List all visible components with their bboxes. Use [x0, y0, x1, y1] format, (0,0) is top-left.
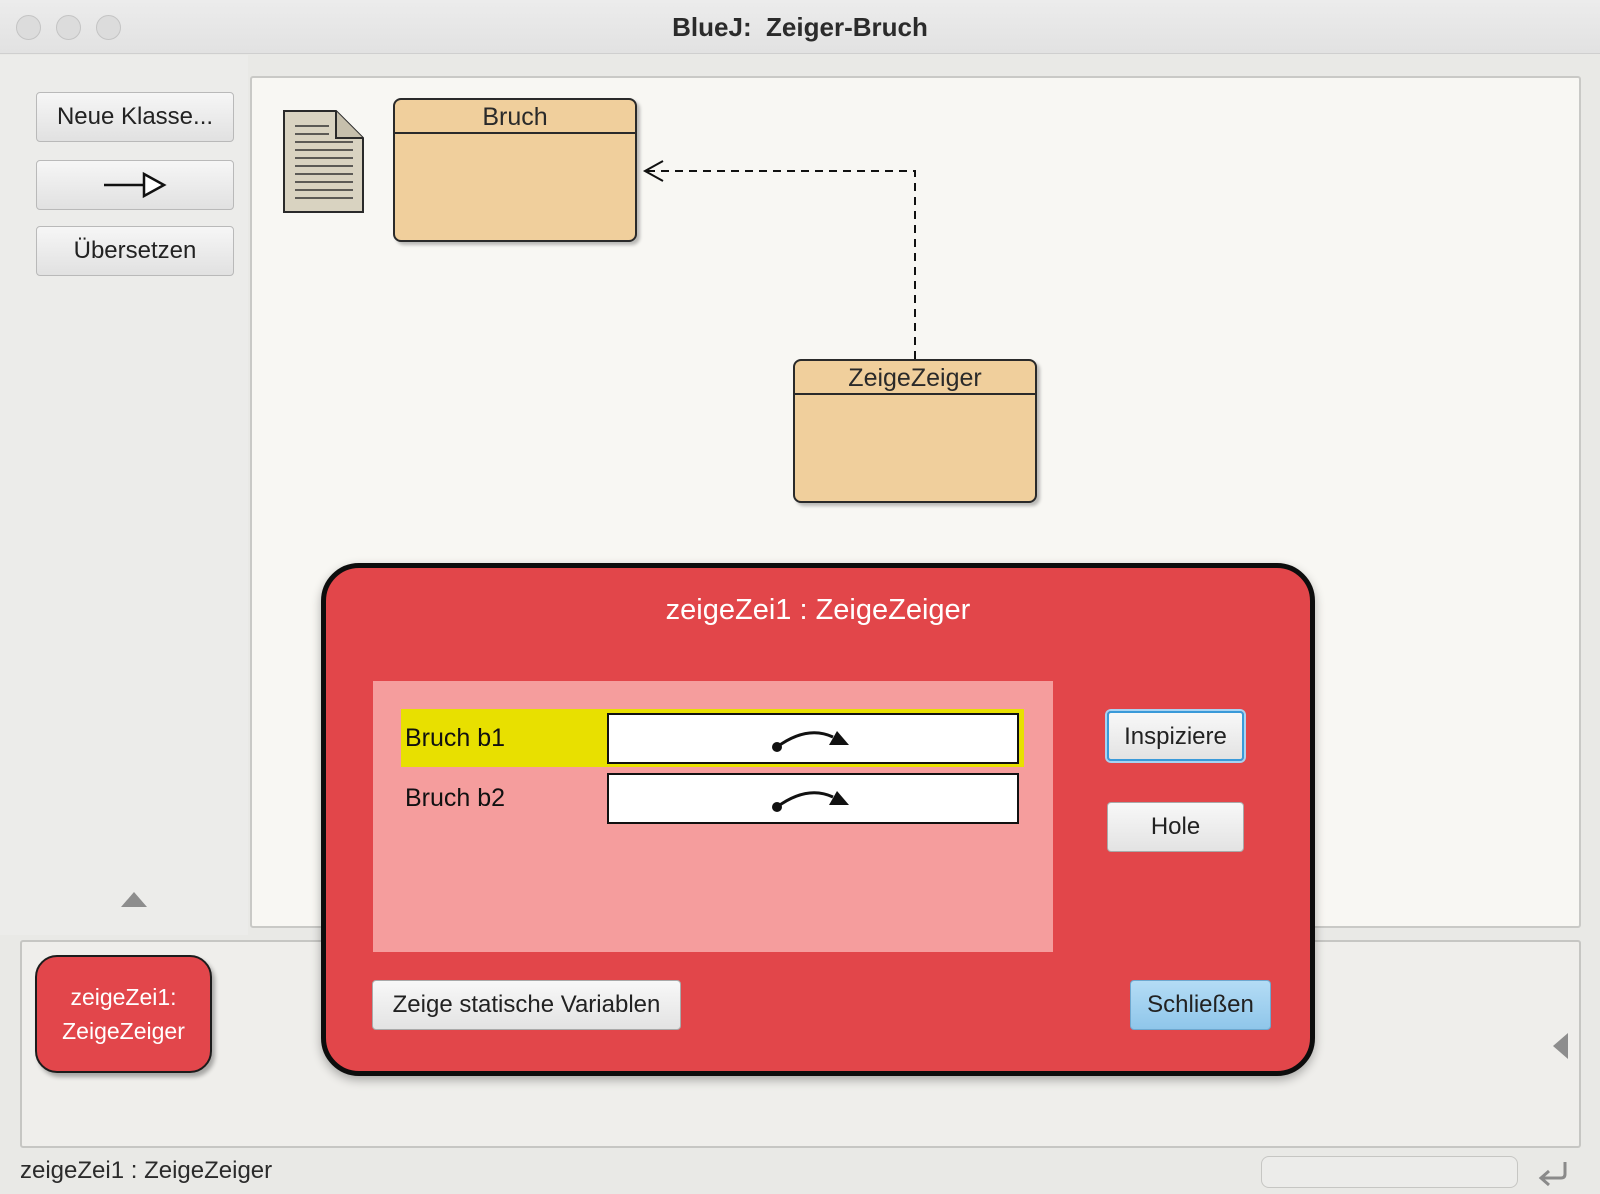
class-name: ZeigeZeiger	[795, 361, 1035, 395]
inspect-button[interactable]: Inspiziere	[1107, 711, 1244, 761]
scroll-left-icon[interactable]	[1553, 1033, 1568, 1059]
close-button[interactable]: Schließen	[1130, 980, 1271, 1030]
inspector-title: zeigeZei1 : ZeigeZeiger	[665, 594, 971, 626]
field-value[interactable]	[607, 773, 1019, 824]
show-static-variables-button[interactable]: Zeige statische Variablen	[372, 980, 681, 1030]
class-box-bruch[interactable]: Bruch	[393, 98, 637, 242]
field-row-b2[interactable]: Bruch b2	[401, 769, 1024, 827]
field-list: Bruch b1 Bruch b2	[373, 681, 1053, 952]
object-inspector-dialog: zeigeZei1 : ZeigeZeiger Bruch b1 Bruch b…	[321, 563, 1315, 1076]
object-reference-arrow-icon	[772, 791, 849, 812]
return-arrow-icon[interactable]	[1535, 1158, 1571, 1190]
class-name: Bruch	[395, 100, 635, 134]
field-name: Bruch b2	[405, 784, 506, 812]
object-reference-arrow-icon	[772, 731, 849, 752]
status-text: zeigeZei1 : ZeigeZeiger	[20, 1157, 273, 1184]
field-name: Bruch b1	[405, 724, 506, 752]
bench-object-type: ZeigeZeiger	[62, 1018, 185, 1044]
field-value[interactable]	[607, 713, 1019, 764]
status-progress-field	[1261, 1156, 1518, 1188]
bench-object-zeigezei1[interactable]: zeigeZei1: ZeigeZeiger	[35, 955, 212, 1073]
field-row-b1[interactable]: Bruch b1	[401, 709, 1024, 767]
get-button[interactable]: Hole	[1107, 802, 1244, 852]
bench-object-name: zeigeZei1:	[70, 984, 177, 1010]
class-box-zeigezeiger[interactable]: ZeigeZeiger	[793, 359, 1037, 503]
